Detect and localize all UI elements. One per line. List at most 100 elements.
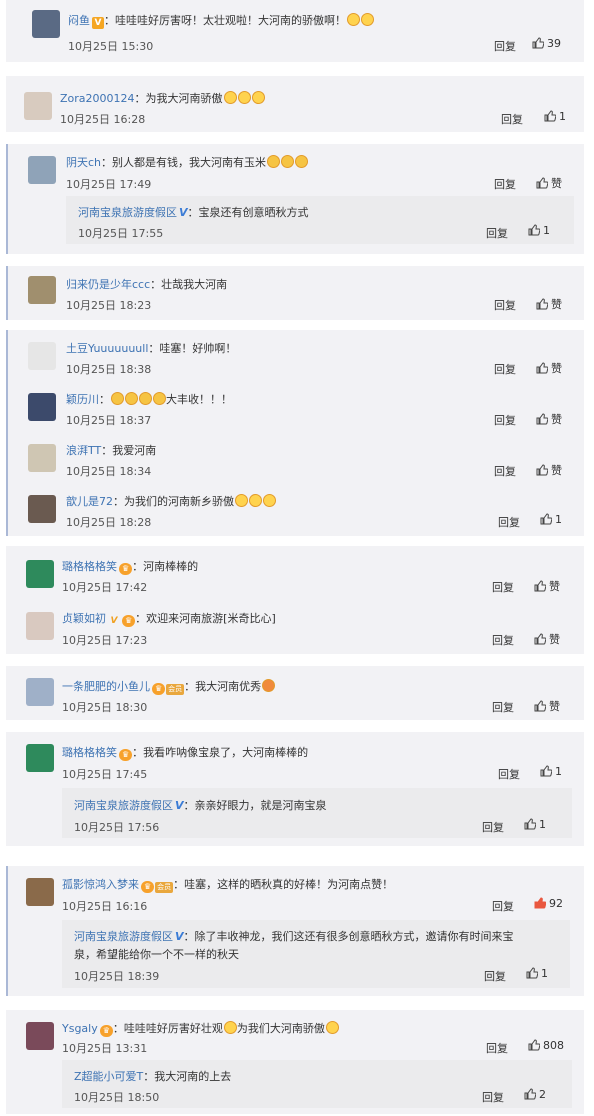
like-button[interactable]: 2 (524, 1088, 546, 1101)
timestamp: 10月25日 18:23 (66, 299, 152, 312)
username-link[interactable]: 璐格格格笑 (62, 746, 117, 759)
username-link[interactable]: 闷鱼 (68, 14, 90, 27)
emoji-icon (125, 392, 138, 405)
comment-text: 为我们的河南新乡骄傲 (124, 495, 234, 508)
like-button[interactable]: 1 (540, 513, 562, 526)
reply-button[interactable]: 回复 (498, 514, 520, 530)
timestamp: 10月25日 16:16 (62, 900, 148, 913)
reply-thread: Z超能小可爱T：我大河南的上去 10月25日 18:50 回复 2 (62, 1060, 572, 1108)
username-link[interactable]: 归来仍是少年ccc (66, 278, 150, 291)
comment-text: 为我大河南骄傲 (145, 92, 223, 105)
like-button[interactable]: 赞 (534, 578, 560, 594)
username-link[interactable]: 阴天ch (66, 156, 101, 169)
like-button[interactable]: 1 (526, 967, 548, 980)
like-button[interactable]: 1 (540, 765, 562, 778)
reply-button[interactable]: 回复 (482, 1089, 504, 1105)
level-badge-icon: ♛ (141, 881, 155, 893)
username-link[interactable]: 贞颖如初 (62, 612, 106, 625)
reply-button[interactable]: 回复 (498, 766, 520, 782)
comment-card: 璐格格格笑 ♛ ：河南棒棒的 10月25日 17:42 回复 赞 贞颖如初 V ♛ ：欢迎… (6, 546, 584, 654)
username-link[interactable]: 土豆Yuuuuuuull (66, 342, 148, 355)
reply-button[interactable]: 回复 (492, 579, 514, 595)
comment-text: 哇哇哇好厉害好壮观 (123, 1022, 223, 1035)
emoji-icon (325, 1021, 339, 1034)
like-button[interactable]: 1 (544, 110, 566, 123)
avatar[interactable] (26, 612, 54, 640)
like-count: 赞 (551, 177, 562, 190)
reply-button[interactable]: 回复 (486, 1040, 508, 1056)
timestamp: 10月25日 16:28 (60, 113, 146, 126)
avatar[interactable] (28, 342, 56, 370)
avatar[interactable] (26, 560, 54, 588)
timestamp: 10月25日 17:42 (62, 581, 148, 594)
avatar[interactable] (28, 276, 56, 304)
username-link[interactable]: 河南宝泉旅游度假区 (78, 206, 177, 219)
like-button[interactable]: 赞 (536, 296, 562, 312)
like-count: 2 (539, 1088, 546, 1101)
comment-card: 璐格格格笑 ♛ ：我看咋呐像宝泉了，大河南棒棒的 10月25日 17:45 回复 1… (6, 732, 584, 846)
reply-button[interactable]: 回复 (494, 38, 516, 54)
avatar[interactable] (26, 1022, 54, 1050)
reply-button[interactable]: 回复 (492, 898, 514, 914)
reply-button[interactable]: 回复 (492, 632, 514, 648)
username-link[interactable]: 歆儿是72 (66, 495, 113, 508)
username-link[interactable]: 浪湃TT (66, 444, 101, 457)
username-link[interactable]: 颖历川 (66, 393, 99, 406)
reply-button[interactable]: 回复 (494, 176, 516, 192)
username-link[interactable]: 璐格格格笑 (62, 560, 117, 573)
comment-text-b: 为我们大河南骄傲 (236, 1022, 325, 1035)
reply-button[interactable]: 回复 (494, 412, 516, 428)
member-tag-icon: 会员 (155, 882, 174, 893)
comment-text: 欢迎来河南旅游[米奇比心] (146, 612, 276, 625)
timestamp: 10月25日 18:28 (66, 516, 152, 529)
comment-text: 我爱河南 (112, 444, 157, 457)
reply-button[interactable]: 回复 (492, 699, 514, 715)
reply-button[interactable]: 回复 (486, 225, 508, 241)
avatar[interactable] (28, 495, 56, 523)
username-link[interactable]: 孤影惊鸿入梦来 (62, 878, 139, 891)
like-button[interactable]: 92 (534, 897, 563, 910)
thumb-up-icon (536, 362, 548, 374)
avatar[interactable] (28, 444, 56, 472)
like-button[interactable]: 赞 (536, 175, 562, 191)
emoji-icon (361, 13, 374, 26)
like-button[interactable]: 赞 (536, 411, 562, 427)
reply-thread: 河南宝泉旅游度假区 V：亲亲好眼力，就是河南宝泉 10月25日 17:56 回复 … (62, 788, 572, 838)
username-link[interactable]: Zora2000124 (60, 92, 135, 105)
like-button[interactable]: 赞 (536, 360, 562, 376)
like-button[interactable]: 赞 (534, 631, 560, 647)
comment-card: Zora2000124：为我大河南骄傲 10月25日 16:28 回复 1 (6, 76, 584, 132)
username-link[interactable]: Z超能小可爱T (74, 1070, 143, 1083)
avatar[interactable] (26, 878, 54, 906)
avatar[interactable] (26, 678, 54, 706)
avatar[interactable] (26, 744, 54, 772)
like-button[interactable]: 赞 (534, 698, 560, 714)
username-link[interactable]: Ysgaly (62, 1022, 98, 1035)
avatar[interactable] (24, 92, 52, 120)
reply-button[interactable]: 回复 (484, 968, 506, 984)
username-link[interactable]: 河南宝泉旅游度假区 (74, 799, 173, 812)
reply-button[interactable]: 回复 (494, 361, 516, 377)
like-button[interactable]: 1 (528, 224, 550, 237)
reply-button[interactable]: 回复 (494, 463, 516, 479)
thumb-up-icon (540, 765, 552, 777)
reply-thread: 河南宝泉旅游度假区 V：宝泉还有创意晒秋方式 10月25日 17:55 回复 1 (66, 196, 574, 244)
avatar[interactable] (28, 393, 56, 421)
like-button[interactable]: 39 (532, 37, 561, 50)
reply-button[interactable]: 回复 (482, 819, 504, 835)
username-link[interactable]: 一条肥肥的小鱼儿 (62, 680, 150, 693)
avatar[interactable] (28, 156, 56, 184)
comment-card: Ysgaly ♛ ：哇哇哇好厉害好壮观 为我们大河南骄傲 10月25日 13:31 回… (6, 1010, 584, 1114)
avatar[interactable] (32, 10, 60, 38)
comment-card: 土豆Yuuuuuuull：哇塞！好帅啊！ 10月25日 18:38 回复 赞 颖… (6, 330, 584, 536)
like-button[interactable]: 808 (528, 1039, 564, 1052)
timestamp: 10月25日 18:34 (66, 465, 152, 478)
reply-button[interactable]: 回复 (494, 297, 516, 313)
like-button[interactable]: 赞 (536, 462, 562, 478)
level-badge-icon: ♛ (119, 749, 133, 761)
reply-button[interactable]: 回复 (501, 111, 523, 127)
comment-text: 别人都是有钱，我大河南有玉米 (112, 156, 267, 169)
like-button[interactable]: 1 (524, 818, 546, 831)
username-link[interactable]: 河南宝泉旅游度假区 (74, 930, 173, 943)
comment-card: 孤影惊鸿入梦来 ♛ 会员 ：哇塞，这样的晒秋真的好棒！为河南点赞！ 10月25日 16… (6, 866, 584, 996)
